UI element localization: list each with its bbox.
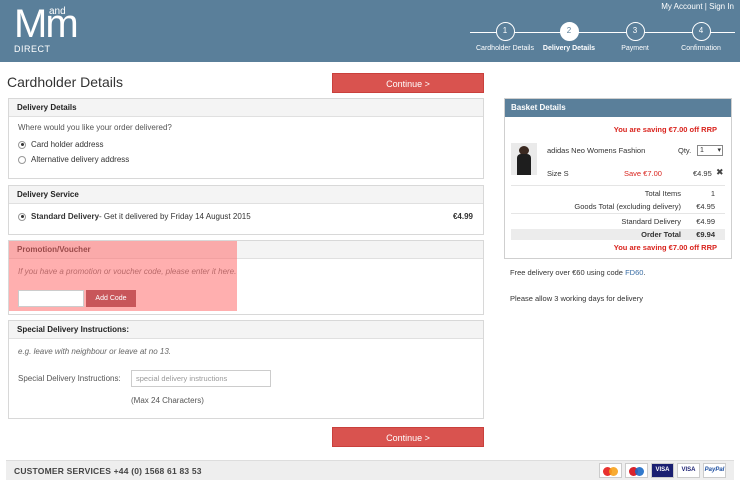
service-description: - Get it delivered by Friday 14 August 2… <box>99 212 251 221</box>
step-confirmation[interactable]: 4 Confirmation <box>666 22 736 52</box>
account-links: My Account | Sign In <box>661 2 734 11</box>
radio-checked-icon[interactable] <box>18 140 26 149</box>
total-items-value: 1 <box>710 189 715 198</box>
product-thumbnail[interactable] <box>511 143 537 175</box>
delivery-cost-label: Standard Delivery <box>621 217 681 226</box>
delivery-details-title: Delivery Details <box>9 99 483 117</box>
option-label: Alternative delivery address <box>31 155 130 164</box>
delivery-question: Where would you like your order delivere… <box>18 123 172 132</box>
basket-title: Basket Details <box>505 99 731 117</box>
step-payment[interactable]: 3 Payment <box>600 22 670 52</box>
special-instructions-label: Special Delivery Instructions: <box>18 374 121 383</box>
delivery-service-panel: Delivery Service Standard Delivery - Get… <box>8 185 484 235</box>
promo-code-input[interactable] <box>18 290 84 307</box>
mm-direct-logo[interactable]: Mm and DIRECT <box>14 4 94 58</box>
visa-debit-icon: VISA <box>651 463 674 478</box>
product-save: Save €7.00 <box>624 169 662 178</box>
remove-item-icon[interactable]: ✖ <box>716 167 724 178</box>
working-days-note: Please allow 3 working days for delivery <box>510 294 643 303</box>
step-number: 4 <box>691 22 711 41</box>
continue-button-top[interactable]: Continue > <box>332 73 484 93</box>
max-characters-note: (Max 24 Characters) <box>131 396 204 405</box>
step-label: Delivery Details <box>542 45 596 52</box>
totals-divider <box>511 185 725 186</box>
free-delivery-text: Free delivery over €60 using code <box>510 268 626 277</box>
order-total-value: €9.94 <box>696 230 715 239</box>
special-instructions-input[interactable]: special delivery instructions <box>131 370 271 387</box>
saving-notice: You are saving €7.00 off RRP <box>613 125 717 134</box>
mastercard-icon <box>599 463 622 478</box>
service-price: €4.99 <box>452 212 473 221</box>
continue-button-bottom[interactable]: Continue > <box>332 427 484 447</box>
special-hint: e.g. leave with neighbour or leave at no… <box>18 347 171 356</box>
my-account-link[interactable]: My Account <box>661 2 702 11</box>
step-number: 1 <box>495 22 515 41</box>
checkout-steps: 1 Cardholder Details 2 Delivery Details … <box>470 22 735 58</box>
step-delivery-details[interactable]: 2 Delivery Details <box>534 22 604 52</box>
option-label: Card holder address <box>31 140 104 149</box>
option-standard-delivery[interactable]: Standard Delivery - Get it delivered by … <box>18 212 474 221</box>
special-instructions-title: Special Delivery Instructions: <box>9 321 483 339</box>
free-delivery-suffix: . <box>643 268 646 277</box>
qty-label: Qty. <box>678 146 692 155</box>
visa-icon: VISA <box>677 463 700 478</box>
page-title: Cardholder Details <box>7 74 123 90</box>
add-code-button[interactable]: Add Code <box>86 290 136 307</box>
qty-select[interactable]: 1 <box>697 145 723 156</box>
customer-services-text: CUSTOMER SERVICES +44 (0) 1568 61 83 53 <box>14 466 202 476</box>
saving-notice-bottom: You are saving €7.00 off RRP <box>613 243 717 252</box>
basket-panel: Basket Details You are saving €7.00 off … <box>504 98 732 259</box>
option-alternative-address[interactable]: Alternative delivery address <box>18 155 474 164</box>
logo-mm: Mm <box>14 2 79 46</box>
step-cardholder-details[interactable]: 1 Cardholder Details <box>470 22 540 52</box>
order-total-row <box>511 229 725 240</box>
product-size: Size S <box>547 169 569 178</box>
step-number: 3 <box>625 22 645 41</box>
logo-direct: DIRECT <box>14 44 51 54</box>
footer-bar: CUSTOMER SERVICES +44 (0) 1568 61 83 53 … <box>6 460 734 480</box>
product-name[interactable]: adidas Neo Womens Fashion <box>547 146 645 155</box>
step-label: Confirmation <box>681 45 721 52</box>
step-number: 2 <box>559 22 579 41</box>
site-header: Mm and DIRECT My Account | Sign In 1 Car… <box>0 0 740 62</box>
step-label: Cardholder Details <box>476 45 534 52</box>
delivery-cost-value: €4.99 <box>696 217 715 226</box>
payment-cards: VISA VISA PayPal <box>596 463 726 478</box>
radio-icon[interactable] <box>18 155 26 164</box>
totals-divider <box>511 213 725 214</box>
sign-in-link[interactable]: Sign In <box>709 2 734 11</box>
goods-total-label: Goods Total (excluding delivery) <box>574 202 681 211</box>
total-items-label: Total Items <box>644 189 681 198</box>
delivery-details-panel: Delivery Details Where would you like yo… <box>8 98 484 179</box>
free-delivery-note: Free delivery over €60 using code FD60. <box>510 268 646 277</box>
goods-total-value: €4.95 <box>696 202 715 211</box>
logo-and: and <box>49 6 66 17</box>
order-total-label: Order Total <box>641 230 681 239</box>
maestro-icon <box>625 463 648 478</box>
option-card-holder-address[interactable]: Card holder address <box>18 140 474 149</box>
paypal-icon: PayPal <box>703 463 726 478</box>
account-separator: | <box>704 2 707 11</box>
step-label: Payment <box>621 45 649 52</box>
service-name: Standard Delivery <box>31 212 100 221</box>
product-price: €4.95 <box>693 169 712 178</box>
radio-checked-icon[interactable] <box>18 212 26 221</box>
promo-code-link[interactable]: FD60 <box>625 268 643 277</box>
delivery-service-title: Delivery Service <box>9 186 483 204</box>
